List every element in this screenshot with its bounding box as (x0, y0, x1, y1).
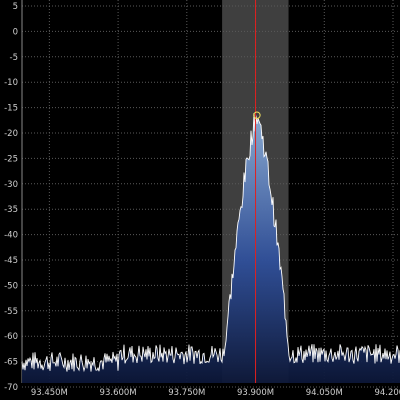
y-axis-label: -65 (4, 358, 18, 368)
x-axis-label: 93.600M (100, 388, 137, 398)
x-axis-label: 93.900M (237, 388, 274, 398)
x-axis-label: 94.050M (306, 388, 343, 398)
x-axis-label: 94.200M (374, 388, 400, 398)
x-axis-label: 93.750M (168, 388, 205, 398)
y-axis-label: -5 (10, 53, 18, 63)
y-axis-label: 5 (13, 2, 18, 12)
plot-background (0, 0, 400, 400)
y-axis-label: -20 (4, 129, 18, 139)
y-axis-label: -30 (4, 180, 18, 190)
y-axis-label: -50 (4, 281, 18, 291)
spectrum-view[interactable]: 5 0 -5 -10 -15 -20 -25 -30 -35 -40 -45 -50 -55 -60 -65… (0, 0, 400, 400)
y-axis-label: -10 (4, 78, 18, 88)
y-axis-label: -40 (4, 231, 18, 241)
y-axis-label: -70 (4, 383, 18, 393)
y-axis-label: 0 (13, 27, 18, 37)
y-axis-label: -60 (4, 332, 18, 342)
spectrum-plot[interactable]: 5 0 -5 -10 -15 -20 -25 -30 -35 -40 -45 -50 -55 -60 -65… (0, 0, 400, 400)
y-axis-label: -45 (4, 256, 18, 266)
y-axis-label: -15 (4, 104, 18, 114)
y-axis-label: -35 (4, 205, 18, 215)
y-axis-label: -25 (4, 154, 18, 164)
x-axis-label: 93.450M (31, 388, 68, 398)
y-axis-label: -55 (4, 307, 18, 317)
